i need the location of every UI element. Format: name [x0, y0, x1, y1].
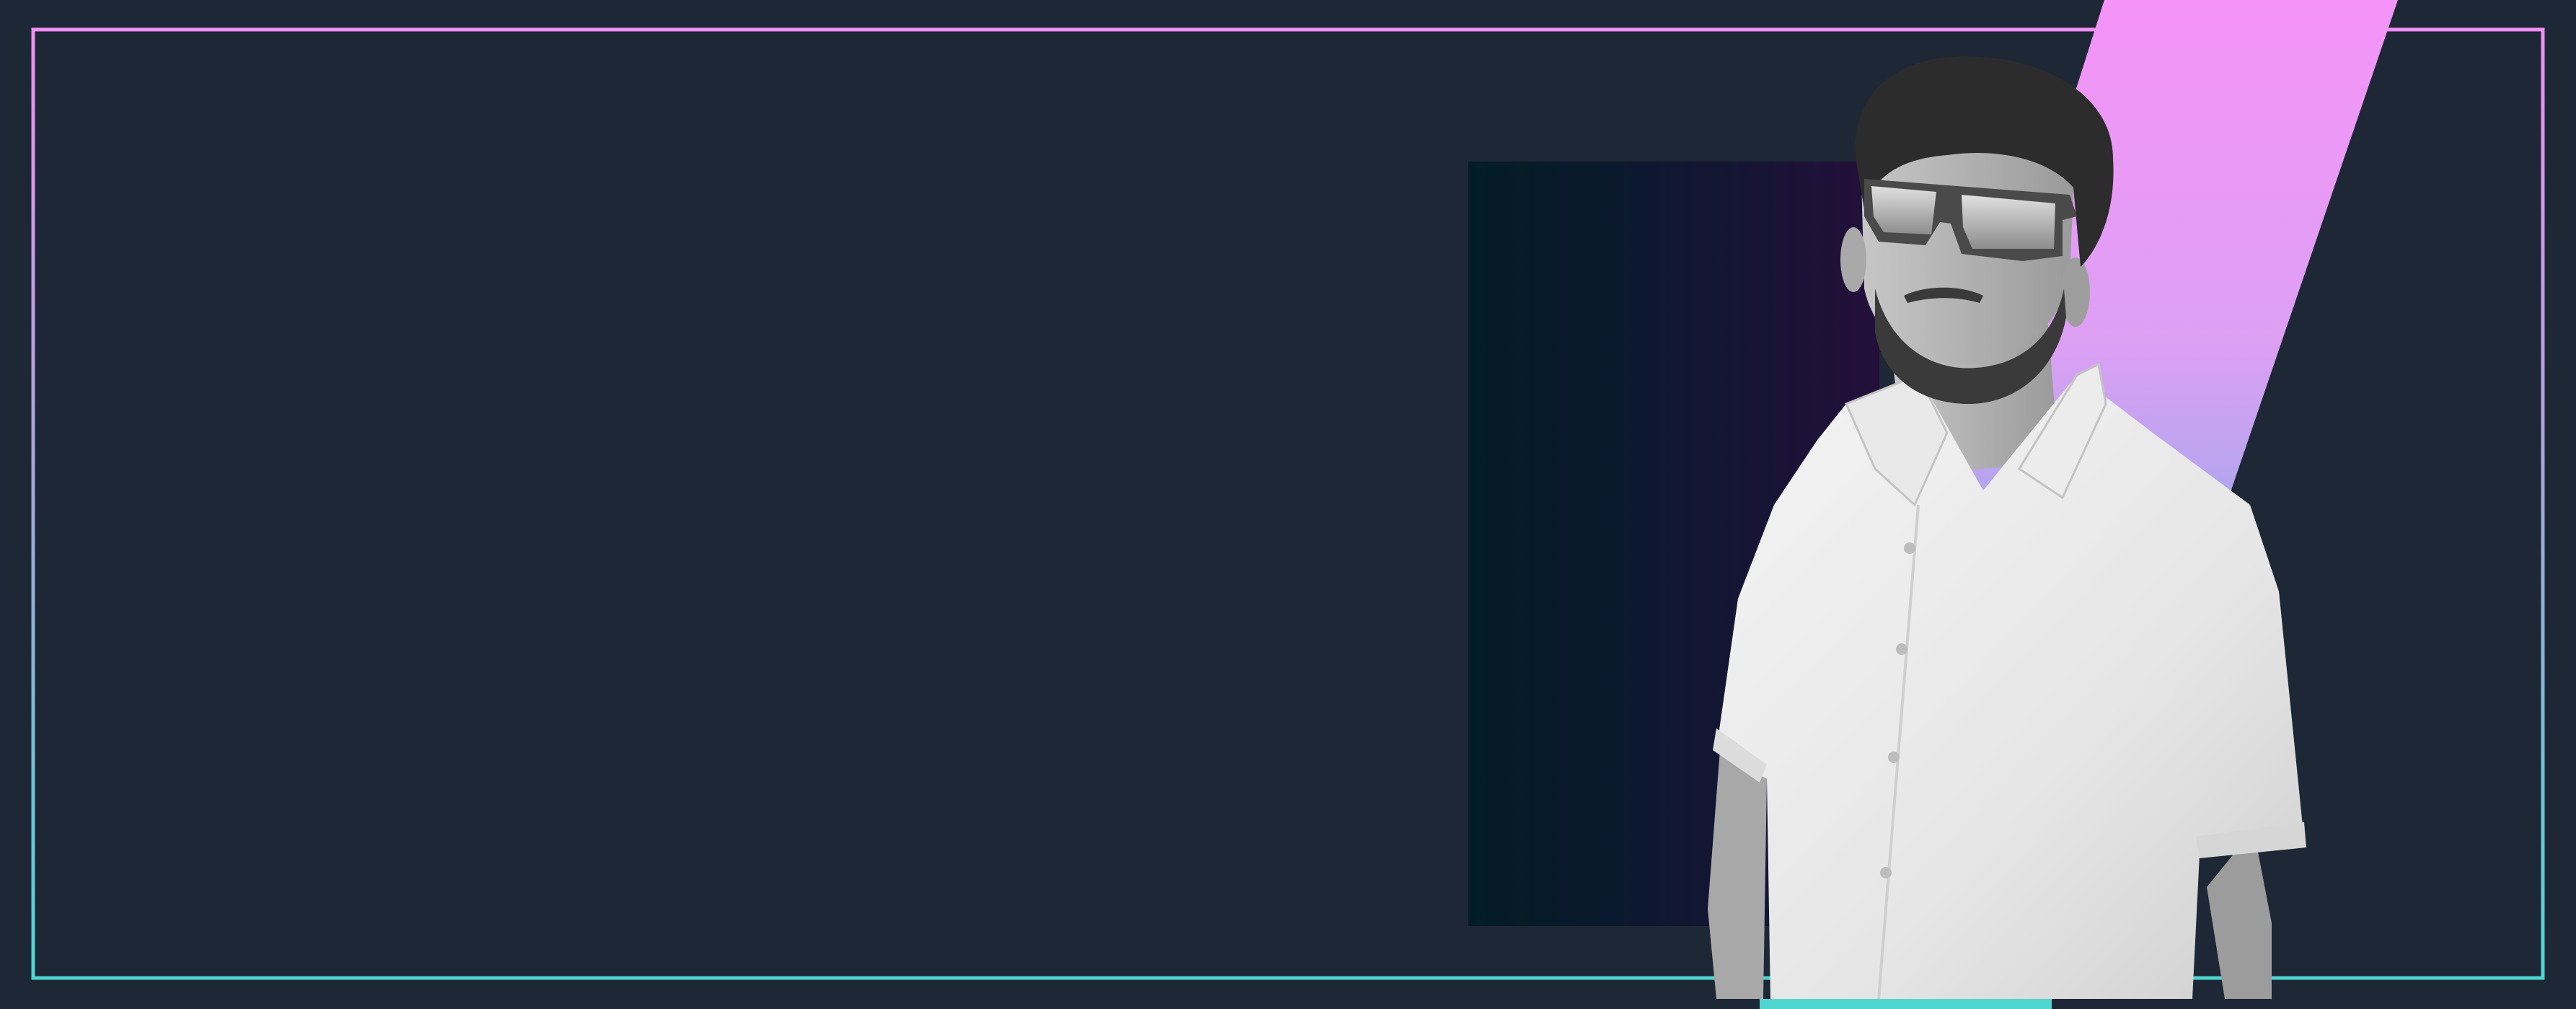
shirt-button [1880, 867, 1892, 878]
shirt-button [1888, 752, 1900, 763]
shirt-button [1904, 542, 1915, 554]
person-photo-icon [1708, 56, 2306, 1000]
hero-banner [0, 0, 2576, 1009]
left-arm [1708, 750, 1767, 999]
ear [1840, 227, 1866, 292]
shirt-button [1896, 643, 1907, 655]
sunglasses-right-lens [1962, 195, 2055, 249]
sunglasses-left-lens [1871, 186, 1936, 234]
